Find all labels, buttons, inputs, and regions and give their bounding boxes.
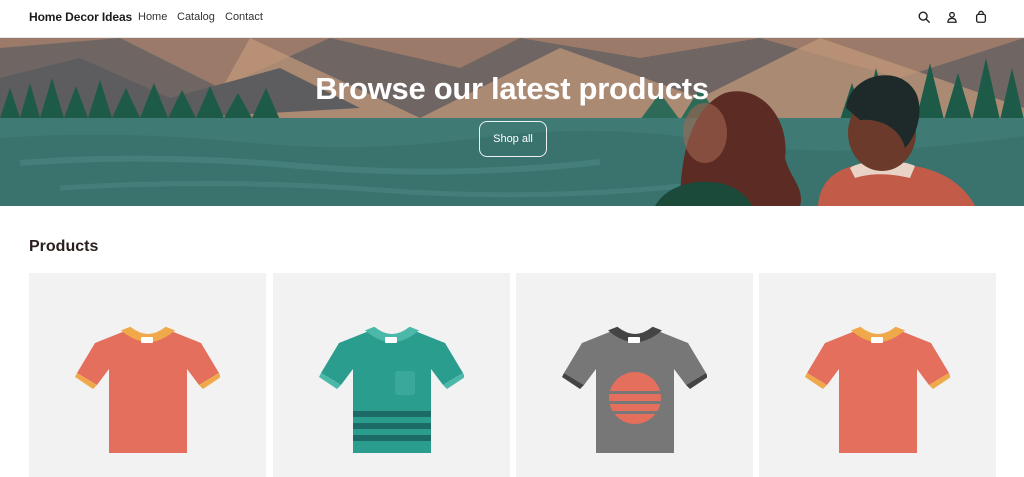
products-heading: Products bbox=[29, 238, 99, 255]
tshirt-image bbox=[319, 326, 464, 453]
tshirt-image bbox=[75, 326, 220, 453]
tshirt-image bbox=[805, 326, 950, 453]
site-header: Home Decor Ideas Home Catalog Contact bbox=[0, 0, 1024, 38]
search-icon[interactable] bbox=[917, 10, 931, 24]
product-card[interactable] bbox=[759, 273, 996, 477]
nav-home[interactable]: Home bbox=[138, 11, 167, 23]
nav-catalog[interactable]: Catalog bbox=[177, 11, 215, 23]
brand-logo[interactable]: Home Decor Ideas bbox=[29, 10, 132, 24]
account-icon[interactable] bbox=[945, 10, 959, 24]
product-card[interactable] bbox=[273, 273, 510, 477]
product-card[interactable] bbox=[29, 273, 266, 477]
cart-icon[interactable] bbox=[974, 10, 988, 24]
nav-contact[interactable]: Contact bbox=[225, 11, 263, 23]
hero-banner: Browse our latest products Shop all bbox=[0, 38, 1024, 206]
shop-all-button[interactable]: Shop all bbox=[479, 121, 547, 157]
product-card[interactable] bbox=[516, 273, 753, 477]
tshirt-image bbox=[562, 326, 707, 453]
hero-title: Browse our latest products bbox=[315, 71, 709, 106]
